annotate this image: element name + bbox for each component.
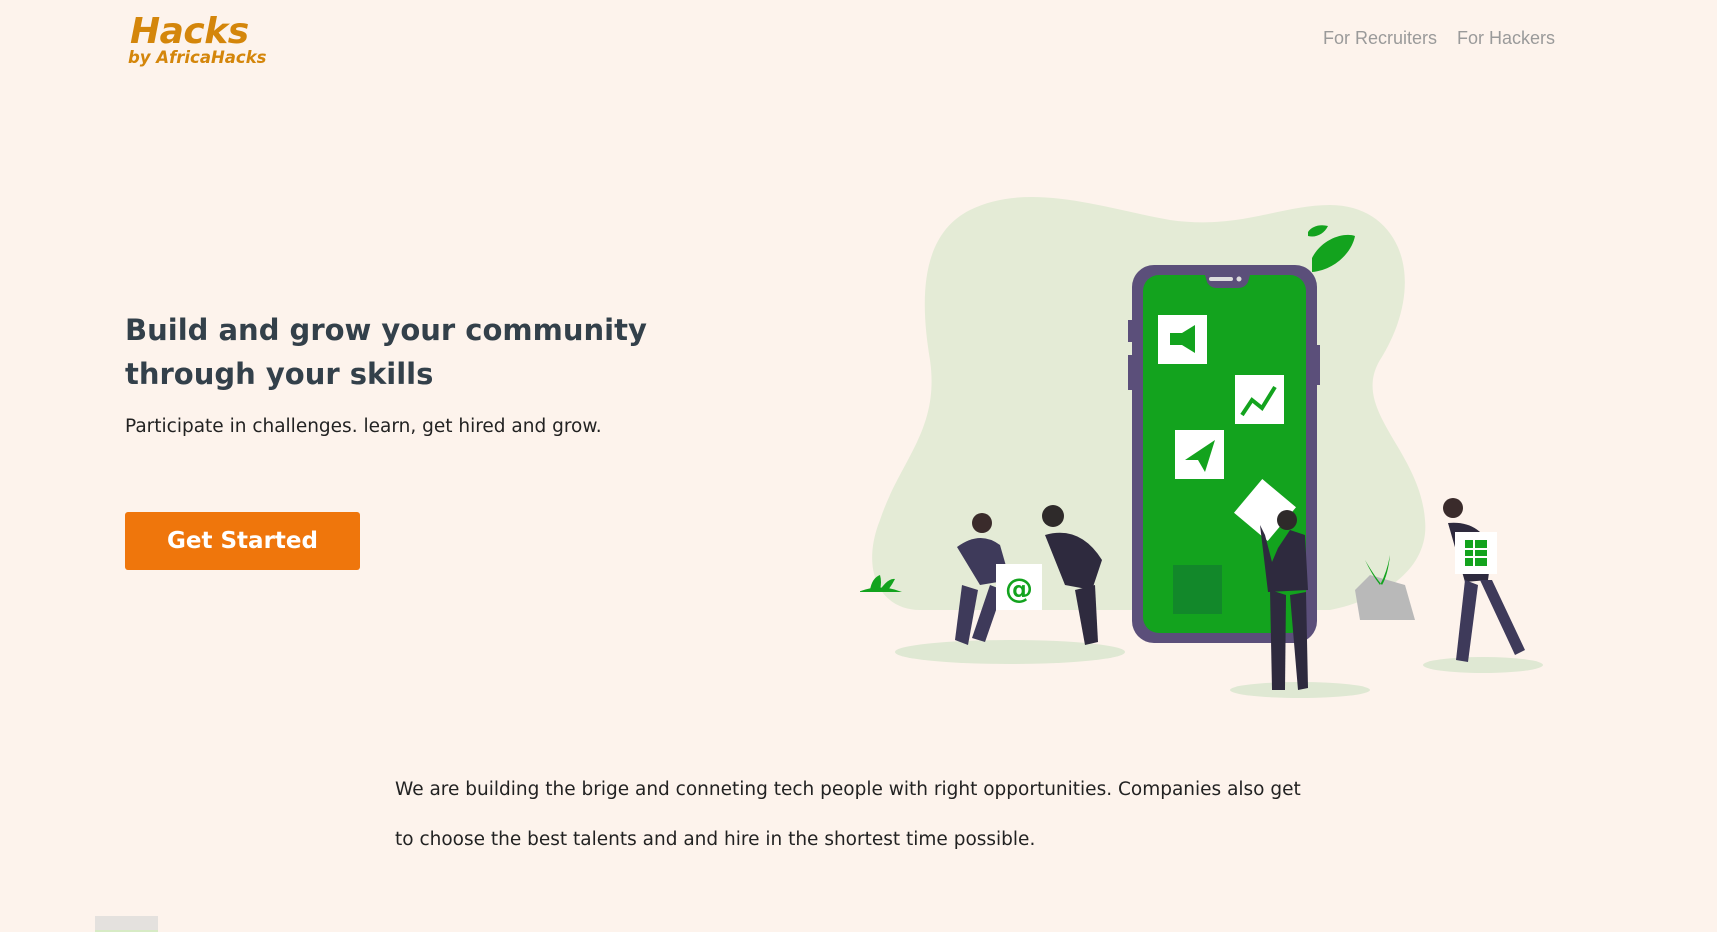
ground-shadow — [1423, 657, 1543, 673]
logo-tagline: by AfricaHacks — [128, 48, 267, 67]
chart-icon — [1235, 375, 1284, 424]
hero-subtitle: Participate in challenges. learn, get hi… — [125, 416, 602, 437]
email-icon: @ — [1005, 572, 1033, 605]
scroll-indicator — [95, 916, 158, 932]
rock — [1355, 575, 1415, 620]
landing-page: Hacks by AfricaHacks For Recruiters For … — [0, 0, 1717, 932]
logo[interactable]: Hacks by AfricaHacks — [128, 12, 278, 70]
phone-notch — [1205, 275, 1250, 288]
logo-wordmark: Hacks — [130, 11, 249, 52]
nav-link-recruiters[interactable]: For Recruiters — [1323, 28, 1437, 49]
hero-title: Build and grow your community through yo… — [125, 313, 647, 391]
hero-illustration: @ — [860, 197, 1543, 698]
get-started-button[interactable]: Get Started — [125, 512, 360, 570]
about-text: We are building the brige and conneting … — [395, 779, 1301, 850]
nav-link-hackers[interactable]: For Hackers — [1457, 28, 1555, 49]
top-nav: For Recruiters For Hackers — [1323, 28, 1555, 49]
